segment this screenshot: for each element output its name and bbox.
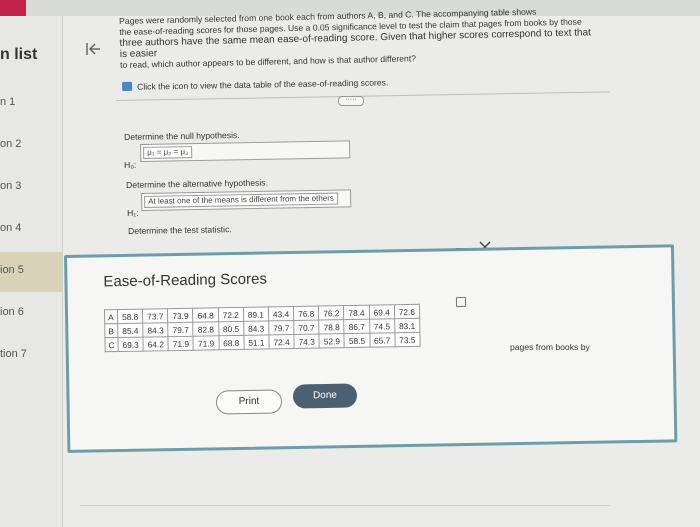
- sidebar-item-question-3[interactable]: on 3: [0, 180, 62, 220]
- sidebar-item-question-2[interactable]: on 2: [0, 138, 62, 178]
- table-cell: 52.9: [319, 333, 345, 349]
- table-cell: 78.8: [318, 319, 345, 335]
- sidebar-title: n list: [0, 46, 38, 63]
- table-cell: 89.1: [243, 306, 269, 322]
- table-cell: 51.1: [243, 334, 270, 350]
- table-cell: 82.8: [193, 321, 219, 337]
- done-button[interactable]: Done: [292, 383, 358, 409]
- table-cell: 69.4: [368, 304, 395, 320]
- table-cell: 65.7: [369, 332, 395, 348]
- row-label: B: [104, 323, 118, 338]
- null-hypothesis-prompt: Determine the null hypothesis.: [124, 129, 240, 142]
- test-statistic-prompt: Determine the test statistic.: [128, 224, 232, 236]
- print-button[interactable]: Print: [215, 389, 283, 415]
- sidebar-item-question-5[interactable]: ion 5: [0, 252, 62, 292]
- brand-accent: [0, 0, 26, 16]
- h0-label: H₀:: [124, 159, 137, 170]
- table-cell: 79.7: [168, 322, 194, 337]
- divider: [80, 505, 610, 506]
- table-cell: 64.8: [192, 307, 219, 323]
- page: n list n 1 on 2 on 3 on 4 ion 5 ion 6 ti…: [0, 0, 700, 527]
- scores-table: A 58.8 73.7 73.9 64.8 72.2 89.1 43.4 76.8 76.2 78.…: [103, 303, 421, 353]
- h1-answer-field[interactable]: At least one of the means is different f…: [144, 192, 338, 208]
- table-cell: 85.4: [117, 323, 144, 338]
- table-cell: 70.7: [293, 320, 320, 335]
- table-cell: 69.3: [117, 337, 144, 352]
- table-cell: 84.3: [243, 320, 269, 336]
- table-icon[interactable]: [122, 81, 133, 91]
- table-cell: 71.9: [168, 336, 194, 351]
- side-note-text: pages from books by: [510, 342, 590, 352]
- sidebar-item-label: ion 5: [0, 264, 24, 276]
- table-cell: 72.6: [394, 304, 420, 319]
- table-cell: 80.5: [218, 321, 244, 336]
- sidebar-item-label: n 1: [0, 96, 16, 108]
- table-cell: 76.2: [318, 305, 345, 321]
- h0-answer-field[interactable]: μ₁ = μ₂ = μ₃: [143, 146, 193, 159]
- table-cell: 64.2: [143, 336, 169, 352]
- sidebar-item-question-6[interactable]: ion 6: [0, 306, 62, 346]
- table-cell: 79.7: [268, 320, 295, 335]
- sidebar-item-label: on 4: [0, 222, 22, 234]
- alternative-hypothesis-prompt: Determine the alternative hypothesis.: [126, 177, 269, 190]
- table-cell: 84.3: [142, 322, 169, 338]
- table-cell: 78.4: [343, 305, 370, 320]
- sidebar-item-question-7[interactable]: tion 7: [0, 348, 62, 388]
- table-cell: 86.7: [344, 319, 370, 334]
- table-cell: 74.5: [369, 318, 395, 334]
- sidebar-item-label: tion 7: [0, 348, 27, 360]
- table-cell: 73.7: [142, 308, 169, 324]
- table-cell: 74.3: [294, 334, 320, 349]
- table-cell: 72.4: [268, 334, 295, 349]
- table-cell: 43.4: [268, 306, 294, 321]
- table-cell: 83.1: [394, 318, 420, 333]
- row-label: A: [104, 309, 118, 324]
- table-cell: 58.8: [117, 309, 143, 324]
- dialog-title: Ease-of-Reading Scores: [103, 270, 268, 291]
- row-label: C: [104, 337, 119, 352]
- table-cell: 58.5: [344, 333, 370, 348]
- table-cell: 71.9: [193, 335, 219, 351]
- table-cell: 73.9: [167, 308, 194, 323]
- question-list-sidebar: n list n 1 on 2 on 3 on 4 ion 5 ion 6 ti…: [0, 16, 63, 527]
- sidebar-item-label: on 2: [0, 138, 22, 150]
- table-cell: 73.5: [394, 332, 421, 347]
- sidebar-item-label: on 3: [0, 180, 22, 192]
- question-prompt: Pages were randomly selected from one bo…: [119, 5, 600, 71]
- h0-answer-box: μ₁ = μ₂ = μ₃: [140, 140, 351, 162]
- expand-button[interactable]: ·····: [338, 96, 364, 106]
- h1-label: H₁:: [127, 207, 139, 218]
- table-cell: 68.8: [218, 335, 244, 350]
- sidebar-item-label: ion 6: [0, 306, 24, 318]
- collapse-sidebar-icon[interactable]: [84, 40, 102, 58]
- data-table-link[interactable]: Click the icon to view the data table of…: [122, 77, 388, 92]
- table-cell: 76.8: [293, 306, 319, 321]
- table-cell: 72.2: [218, 307, 244, 322]
- data-link-text: Click the icon to view the data table of…: [136, 77, 389, 92]
- sidebar-item-question-1[interactable]: n 1: [0, 96, 62, 136]
- copy-icon[interactable]: [455, 296, 467, 308]
- h1-answer-box: At least one of the means is different f…: [141, 189, 352, 211]
